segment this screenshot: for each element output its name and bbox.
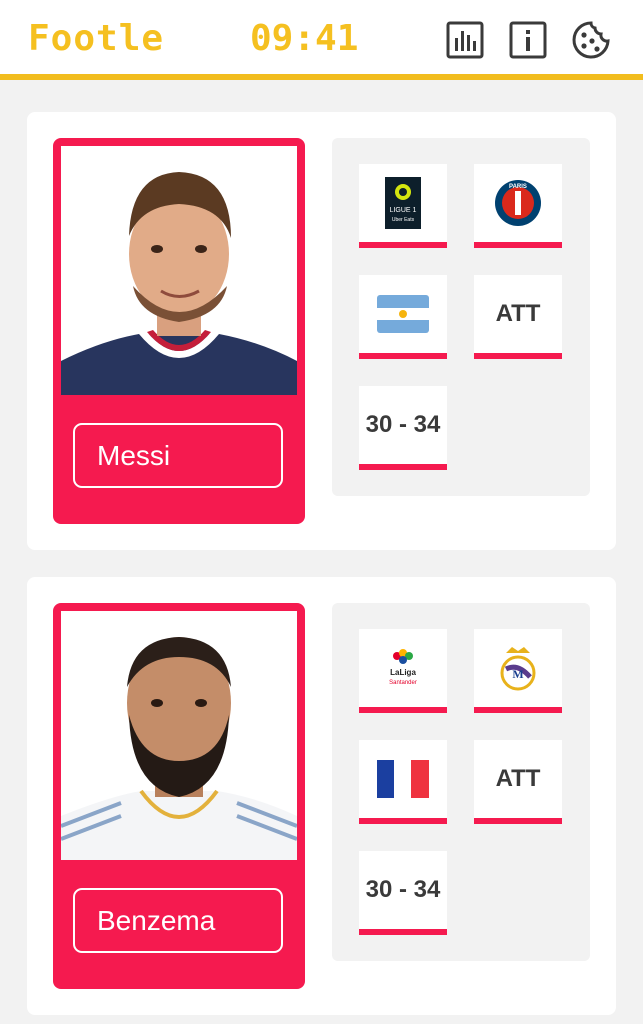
app-logo: Footle xyxy=(28,18,165,59)
ligue1-logo-icon: LIGUE 1 Uber Eats xyxy=(385,177,421,229)
age-value: 30 - 34 xyxy=(365,876,441,903)
nation-clue xyxy=(359,740,447,824)
position-value: ATT xyxy=(495,300,541,327)
svg-text:Santander: Santander xyxy=(389,680,417,686)
clue-grid: LaLiga Santander M ATT 30 - 34 xyxy=(332,603,590,961)
svg-text:LaLiga: LaLiga xyxy=(390,668,416,677)
club-clue: PARIS xyxy=(474,164,562,248)
club-clue: M xyxy=(474,629,562,713)
svg-text:Uber Eats: Uber Eats xyxy=(392,217,415,223)
player-card: Benzema xyxy=(53,603,305,989)
player-photo xyxy=(61,611,297,860)
info-icon[interactable] xyxy=(508,20,548,60)
countdown-timer: 09:41 xyxy=(250,18,359,59)
guess-card: Messi LIGUE 1 Uber Eats PARIS ATT 30 - 3… xyxy=(27,112,616,550)
position-clue: ATT xyxy=(474,740,562,824)
position-clue: ATT xyxy=(474,275,562,359)
top-bar: Footle 09:41 xyxy=(0,0,643,80)
psg-crest-icon: PARIS xyxy=(495,180,541,226)
player-name-field[interactable]: Benzema xyxy=(73,888,283,953)
league-clue: LIGUE 1 Uber Eats xyxy=(359,164,447,248)
player-card: Messi xyxy=(53,138,305,524)
clue-grid: LIGUE 1 Uber Eats PARIS ATT 30 - 34 xyxy=(332,138,590,496)
real-madrid-crest-icon: M xyxy=(500,647,536,691)
cookie-icon[interactable] xyxy=(571,20,611,60)
player-name-field[interactable]: Messi xyxy=(73,423,283,488)
league-clue: LaLiga Santander xyxy=(359,629,447,713)
laliga-logo-icon: LaLiga Santander xyxy=(389,649,417,686)
age-value: 30 - 34 xyxy=(365,411,441,438)
age-clue: 30 - 34 xyxy=(359,386,447,470)
nation-clue xyxy=(359,275,447,359)
argentina-flag-icon xyxy=(377,295,429,333)
stats-icon[interactable] xyxy=(445,20,485,60)
svg-text:PARIS: PARIS xyxy=(509,184,527,190)
france-flag-icon xyxy=(377,760,429,798)
svg-text:M: M xyxy=(512,667,523,681)
player-photo xyxy=(61,146,297,395)
position-value: ATT xyxy=(495,765,541,792)
svg-text:LIGUE 1: LIGUE 1 xyxy=(390,207,417,214)
guess-card: Benzema LaLiga Santander M ATT 30 - 34 xyxy=(27,577,616,1015)
age-clue: 30 - 34 xyxy=(359,851,447,935)
